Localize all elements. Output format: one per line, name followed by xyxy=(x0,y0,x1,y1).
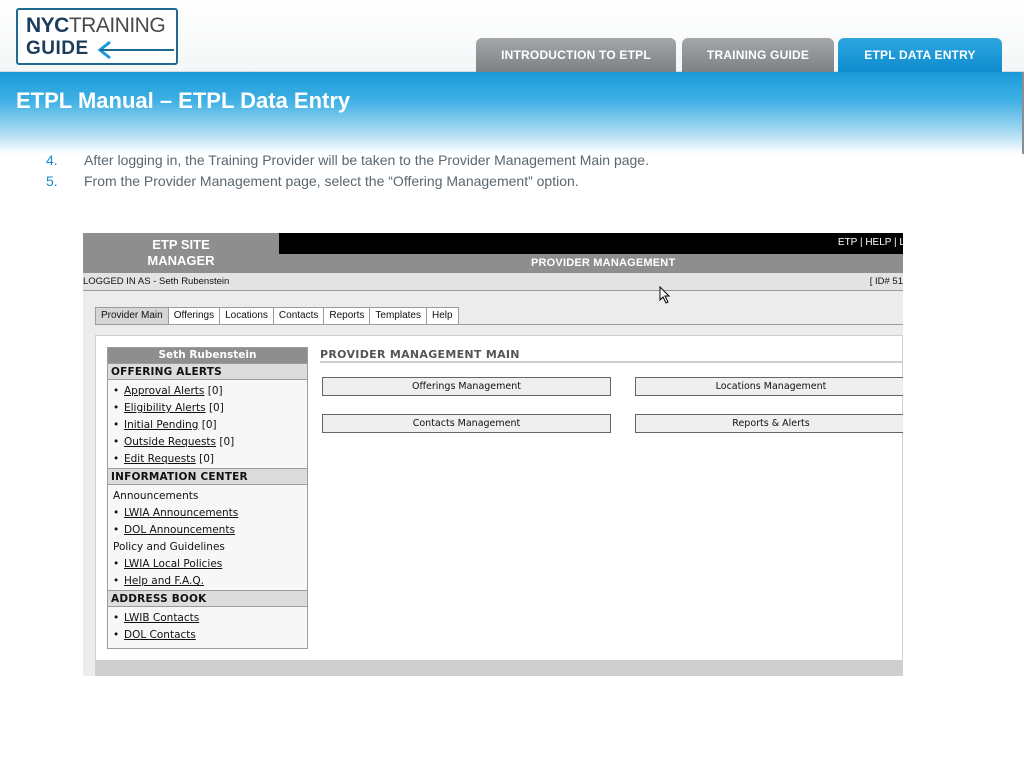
bullet-icon: • xyxy=(113,575,120,587)
main-section-title: PROVIDER MANAGEMENT MAIN xyxy=(320,348,520,361)
login-bar: LOGGED IN AS - Seth Rubenstein [ ID# 51 xyxy=(83,273,903,291)
slide-page: NYCTRAINING GUIDE INTRODUCTION TO ETPL T… xyxy=(0,0,1024,768)
address-book-heading: ADDRESS BOOK xyxy=(108,590,307,607)
screenshot-footer-bar xyxy=(95,661,903,676)
subtab-locations[interactable]: Locations xyxy=(220,307,274,325)
nyc-training-guide-logo[interactable]: NYCTRAINING GUIDE xyxy=(16,8,178,65)
provider-sidebar: Seth Rubenstein OFFERING ALERTS • Approva… xyxy=(107,347,308,649)
logo-line-2: GUIDE xyxy=(26,38,89,59)
step-number: 5. xyxy=(46,173,58,189)
subtab-help[interactable]: Help xyxy=(426,307,459,325)
section-bar: PROVIDER MANAGEMENT xyxy=(279,254,903,273)
sidebar-item-eligibility-alerts[interactable]: • Eligibility Alerts [0] xyxy=(108,400,307,417)
header: NYCTRAINING GUIDE INTRODUCTION TO ETPL T… xyxy=(0,0,1024,72)
etp-site-manager-logo: ETP SITE MANAGER xyxy=(83,233,279,273)
bullet-icon: • xyxy=(113,507,120,519)
offerings-management-button[interactable]: Offerings Management xyxy=(322,377,611,396)
page-title: ETPL Manual – ETPL Data Entry xyxy=(16,88,351,113)
sidebar-item-help-faq[interactable]: • Help and F.A.Q. xyxy=(108,573,307,590)
step-number: 4. xyxy=(46,152,58,168)
tab-introduction-to-etpl[interactable]: INTRODUCTION TO ETPL xyxy=(476,38,676,72)
bullet-icon: • xyxy=(113,524,120,536)
bullet-icon: • xyxy=(113,385,120,397)
section-title: PROVIDER MANAGEMENT xyxy=(531,257,676,269)
offering-alerts-heading: OFFERING ALERTS xyxy=(108,363,307,380)
subtab-reports[interactable]: Reports xyxy=(324,307,371,325)
main-title-divider xyxy=(320,361,903,363)
site-logo-line-1: ETP SITE xyxy=(152,237,210,252)
information-center-heading: INFORMATION CENTER xyxy=(108,468,307,485)
subtab-provider-main[interactable]: Provider Main xyxy=(95,307,169,325)
mouse-cursor-icon xyxy=(659,286,671,304)
sidebar-item-lwia-local-policies[interactable]: • LWIA Local Policies xyxy=(108,556,307,573)
step-text: From the Provider Management page, selec… xyxy=(84,173,579,189)
top-links[interactable]: ETP | HELP | L xyxy=(838,237,903,248)
sidebar-item-initial-pending[interactable]: • Initial Pending [0] xyxy=(108,417,307,434)
subtab-contacts[interactable]: Contacts xyxy=(273,307,325,325)
step-text: After logging in, the Training Provider … xyxy=(84,152,649,168)
tab-etpl-data-entry[interactable]: ETPL DATA ENTRY xyxy=(838,38,1002,72)
policy-label: Policy and Guidelines xyxy=(113,541,225,553)
announcements-label: Announcements xyxy=(113,490,199,502)
sidebar-item-edit-requests[interactable]: • Edit Requests [0] xyxy=(108,451,307,468)
provider-management-screenshot: ETP SITE MANAGER ETP | HELP | L PROVIDER… xyxy=(83,233,903,676)
sidebar-item-lwib-contacts[interactable]: • LWIB Contacts xyxy=(108,610,307,627)
sidebar-item-outside-requests[interactable]: • Outside Requests [0] xyxy=(108,434,307,451)
user-id: [ ID# 51 xyxy=(869,276,903,287)
tab-training-guide[interactable]: TRAINING GUIDE xyxy=(682,38,834,72)
provider-subtabs: Provider Main Offerings Locations Contac… xyxy=(95,307,459,325)
bullet-icon: • xyxy=(113,419,120,431)
locations-management-button[interactable]: Locations Management xyxy=(635,377,903,396)
bullet-icon: • xyxy=(113,402,120,414)
sidebar-item-dol-contacts[interactable]: • DOL Contacts xyxy=(108,627,307,644)
sidebar-item-dol-announcements[interactable]: • DOL Announcements xyxy=(108,522,307,539)
top-bar: ETP | HELP | L xyxy=(279,233,903,254)
subtab-offerings[interactable]: Offerings xyxy=(168,307,221,325)
logged-in-as: LOGGED IN AS - Seth Rubenstein xyxy=(83,276,230,287)
sidebar-user-name: Seth Rubenstein xyxy=(108,348,307,363)
reports-alerts-button[interactable]: Reports & Alerts xyxy=(635,414,903,433)
logo-line-1: NYCTRAINING xyxy=(26,14,166,37)
bullet-icon: • xyxy=(113,558,120,570)
back-arrow-icon xyxy=(97,40,174,60)
bullet-icon: • xyxy=(113,612,120,624)
sidebar-item-lwia-announcements[interactable]: • LWIA Announcements xyxy=(108,505,307,522)
site-logo-line-2: MANAGER xyxy=(147,253,215,268)
contacts-management-button[interactable]: Contacts Management xyxy=(322,414,611,433)
bullet-icon: • xyxy=(113,436,120,448)
bullet-icon: • xyxy=(113,453,120,465)
subtab-templates[interactable]: Templates xyxy=(370,307,427,325)
bullet-icon: • xyxy=(113,629,120,641)
subtab-divider xyxy=(95,324,903,325)
sidebar-item-approval-alerts[interactable]: • Approval Alerts [0] xyxy=(108,383,307,400)
title-banner: ETPL Manual – ETPL Data Entry xyxy=(0,72,1024,154)
